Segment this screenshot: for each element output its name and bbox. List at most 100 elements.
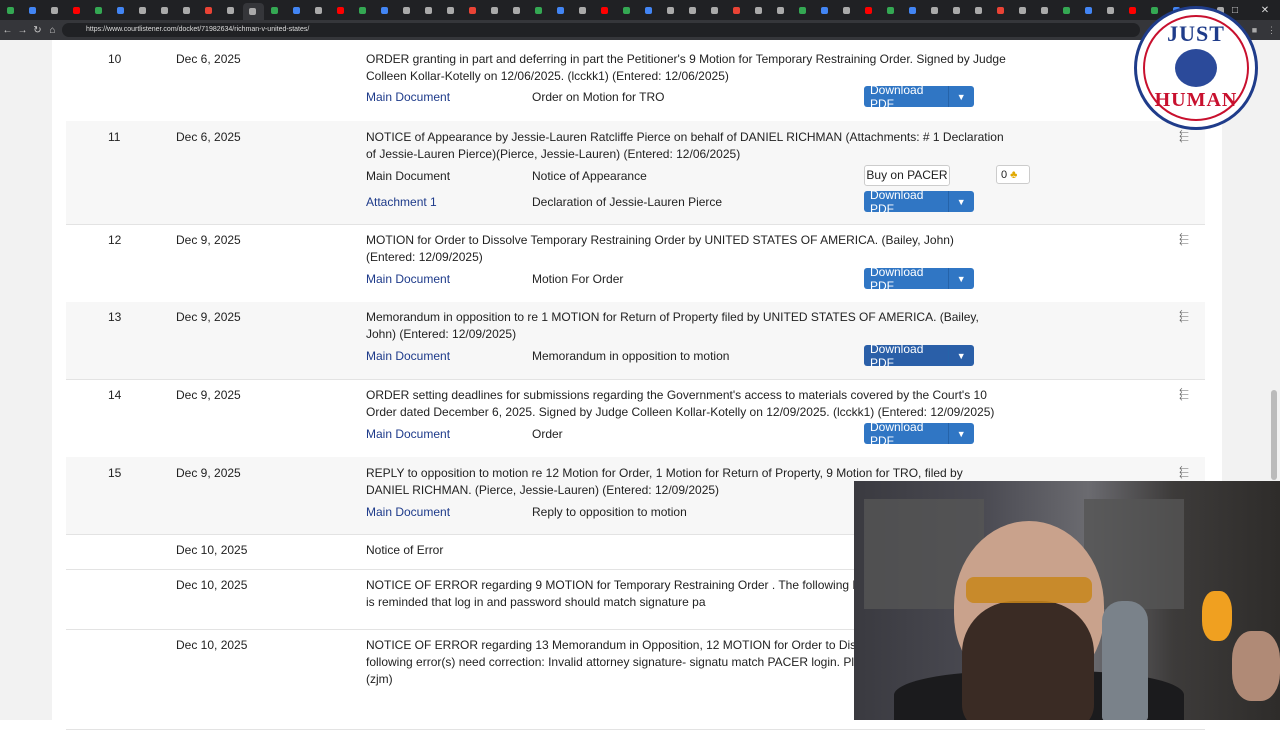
tab-favicon-icon bbox=[227, 6, 234, 14]
document-link[interactable]: Main Document bbox=[366, 272, 450, 286]
browser-tab[interactable] bbox=[617, 3, 638, 17]
browser-tab[interactable] bbox=[837, 3, 858, 17]
caret-down-icon[interactable]: ▼ bbox=[948, 274, 974, 284]
document-row: Main Document Motion For Order Download PD… bbox=[366, 265, 1186, 293]
browser-tab[interactable] bbox=[925, 3, 946, 17]
tab-favicon-icon bbox=[1085, 6, 1092, 14]
browser-tab[interactable] bbox=[199, 3, 220, 17]
browser-tab[interactable] bbox=[177, 3, 198, 17]
menu-icon[interactable]: ⋮ bbox=[1263, 25, 1280, 36]
browser-tab[interactable] bbox=[683, 3, 704, 17]
tab-favicon-icon bbox=[117, 6, 124, 14]
download-pdf-button[interactable]: Download PDF ▼ bbox=[864, 83, 974, 111]
browser-tab[interactable] bbox=[639, 3, 660, 17]
tab-favicon-icon bbox=[359, 6, 366, 14]
share-icon[interactable]: ⬱ bbox=[1179, 387, 1189, 402]
browser-tab[interactable] bbox=[529, 3, 550, 17]
share-icon[interactable]: ⬱ bbox=[1179, 232, 1189, 247]
tab-favicon-icon bbox=[1041, 6, 1048, 14]
download-pdf-button[interactable]: Download PDF ▼ bbox=[864, 342, 974, 370]
browser-tab[interactable] bbox=[815, 3, 836, 17]
browser-tab[interactable] bbox=[573, 3, 594, 17]
browser-tab[interactable] bbox=[243, 3, 264, 20]
url-input[interactable]: https://www.courtlistener.com/docket/719… bbox=[62, 23, 1140, 37]
browser-tab[interactable] bbox=[1101, 3, 1122, 17]
tab-favicon-icon bbox=[1129, 6, 1136, 14]
webcam-overlay bbox=[854, 481, 1280, 720]
document-link[interactable]: Attachment 1 bbox=[366, 195, 437, 209]
page-scrollbar[interactable] bbox=[1271, 390, 1277, 480]
browser-tab[interactable] bbox=[419, 3, 440, 17]
forward-icon[interactable]: → bbox=[15, 25, 30, 36]
back-icon[interactable]: ← bbox=[0, 25, 15, 36]
browser-tab[interactable] bbox=[221, 3, 242, 17]
browser-tab[interactable] bbox=[1035, 3, 1056, 17]
browser-tab[interactable] bbox=[133, 3, 154, 17]
download-pdf-button[interactable]: Download PDF ▼ bbox=[864, 420, 974, 448]
browser-tab[interactable] bbox=[661, 3, 682, 17]
browser-tab[interactable] bbox=[309, 3, 330, 17]
home-icon[interactable]: ⌂ bbox=[45, 25, 60, 36]
download-pdf-button[interactable]: Download PDF ▼ bbox=[864, 265, 974, 293]
browser-tab[interactable] bbox=[705, 3, 726, 17]
browser-tab[interactable] bbox=[1057, 3, 1078, 17]
logo-top-text: JUST bbox=[1167, 21, 1225, 46]
webcam-lamp bbox=[1202, 591, 1232, 641]
browser-tab[interactable] bbox=[991, 3, 1012, 17]
browser-tab[interactable] bbox=[287, 3, 308, 17]
browser-tab[interactable] bbox=[595, 3, 616, 17]
browser-tab[interactable] bbox=[749, 3, 770, 17]
caret-down-icon[interactable]: ▼ bbox=[948, 197, 974, 207]
browser-tab[interactable] bbox=[551, 3, 572, 17]
buy-on-pacer-button[interactable]: Buy on PACER bbox=[864, 165, 950, 186]
document-link[interactable]: Main Document bbox=[366, 90, 450, 104]
caret-down-icon[interactable]: ▼ bbox=[948, 429, 974, 439]
download-pdf-button[interactable]: Download PDF ▼ bbox=[864, 188, 974, 216]
browser-tab[interactable] bbox=[947, 3, 968, 17]
browser-tab[interactable] bbox=[881, 3, 902, 17]
browser-tab[interactable] bbox=[793, 3, 814, 17]
tab-favicon-icon bbox=[975, 6, 982, 14]
browser-tab[interactable] bbox=[111, 3, 132, 17]
browser-tab[interactable] bbox=[441, 3, 462, 17]
browser-tab[interactable] bbox=[771, 3, 792, 17]
close-icon[interactable]: ✕ bbox=[1250, 5, 1280, 16]
browser-tab[interactable] bbox=[397, 3, 418, 17]
browser-tab[interactable] bbox=[859, 3, 880, 17]
share-icon[interactable]: ⬱ bbox=[1179, 129, 1189, 144]
tab-favicon-icon bbox=[865, 6, 872, 14]
document-link[interactable]: Main Document bbox=[366, 427, 450, 441]
browser-tab[interactable] bbox=[463, 3, 484, 17]
browser-tab[interactable] bbox=[507, 3, 528, 17]
browser-tab[interactable] bbox=[23, 3, 44, 17]
share-icon[interactable]: ⬱ bbox=[1179, 465, 1189, 480]
browser-tab[interactable] bbox=[265, 3, 286, 17]
browser-tab[interactable] bbox=[331, 3, 352, 17]
tab-favicon-icon bbox=[953, 6, 960, 14]
browser-tab[interactable] bbox=[155, 3, 176, 17]
browser-tab[interactable] bbox=[969, 3, 990, 17]
caret-down-icon[interactable]: ▼ bbox=[948, 351, 974, 361]
browser-tab[interactable] bbox=[1013, 3, 1034, 17]
browser-tab[interactable] bbox=[727, 3, 748, 17]
browser-tab[interactable] bbox=[375, 3, 396, 17]
docket-entry: 10 Dec 6, 2025 ORDER granting in part and … bbox=[66, 40, 1205, 122]
caret-down-icon[interactable]: ▼ bbox=[948, 92, 974, 102]
browser-tab[interactable] bbox=[903, 3, 924, 17]
browser-tab[interactable] bbox=[89, 3, 110, 17]
document-link[interactable]: Main Document bbox=[366, 349, 450, 363]
document-link[interactable]: Main Document bbox=[366, 505, 450, 519]
share-icon[interactable]: ⬱ bbox=[1179, 309, 1189, 324]
reload-icon[interactable]: ↻ bbox=[30, 25, 45, 36]
browser-tab[interactable] bbox=[1079, 3, 1100, 17]
entry-description: ORDER setting deadlines for submissions … bbox=[366, 388, 995, 419]
browser-tab[interactable] bbox=[353, 3, 374, 17]
browser-tab[interactable] bbox=[67, 3, 88, 17]
tag-count-badge[interactable]: 0 ♣ bbox=[996, 165, 1030, 184]
document-row: Main Document Notice of Appearance Buy on … bbox=[366, 165, 1186, 187]
browser-tab[interactable] bbox=[45, 3, 66, 17]
browser-tab[interactable] bbox=[1, 3, 22, 17]
browser-tab[interactable] bbox=[485, 3, 506, 17]
browser-tab[interactable] bbox=[1123, 3, 1144, 17]
tab-favicon-icon bbox=[381, 6, 388, 14]
